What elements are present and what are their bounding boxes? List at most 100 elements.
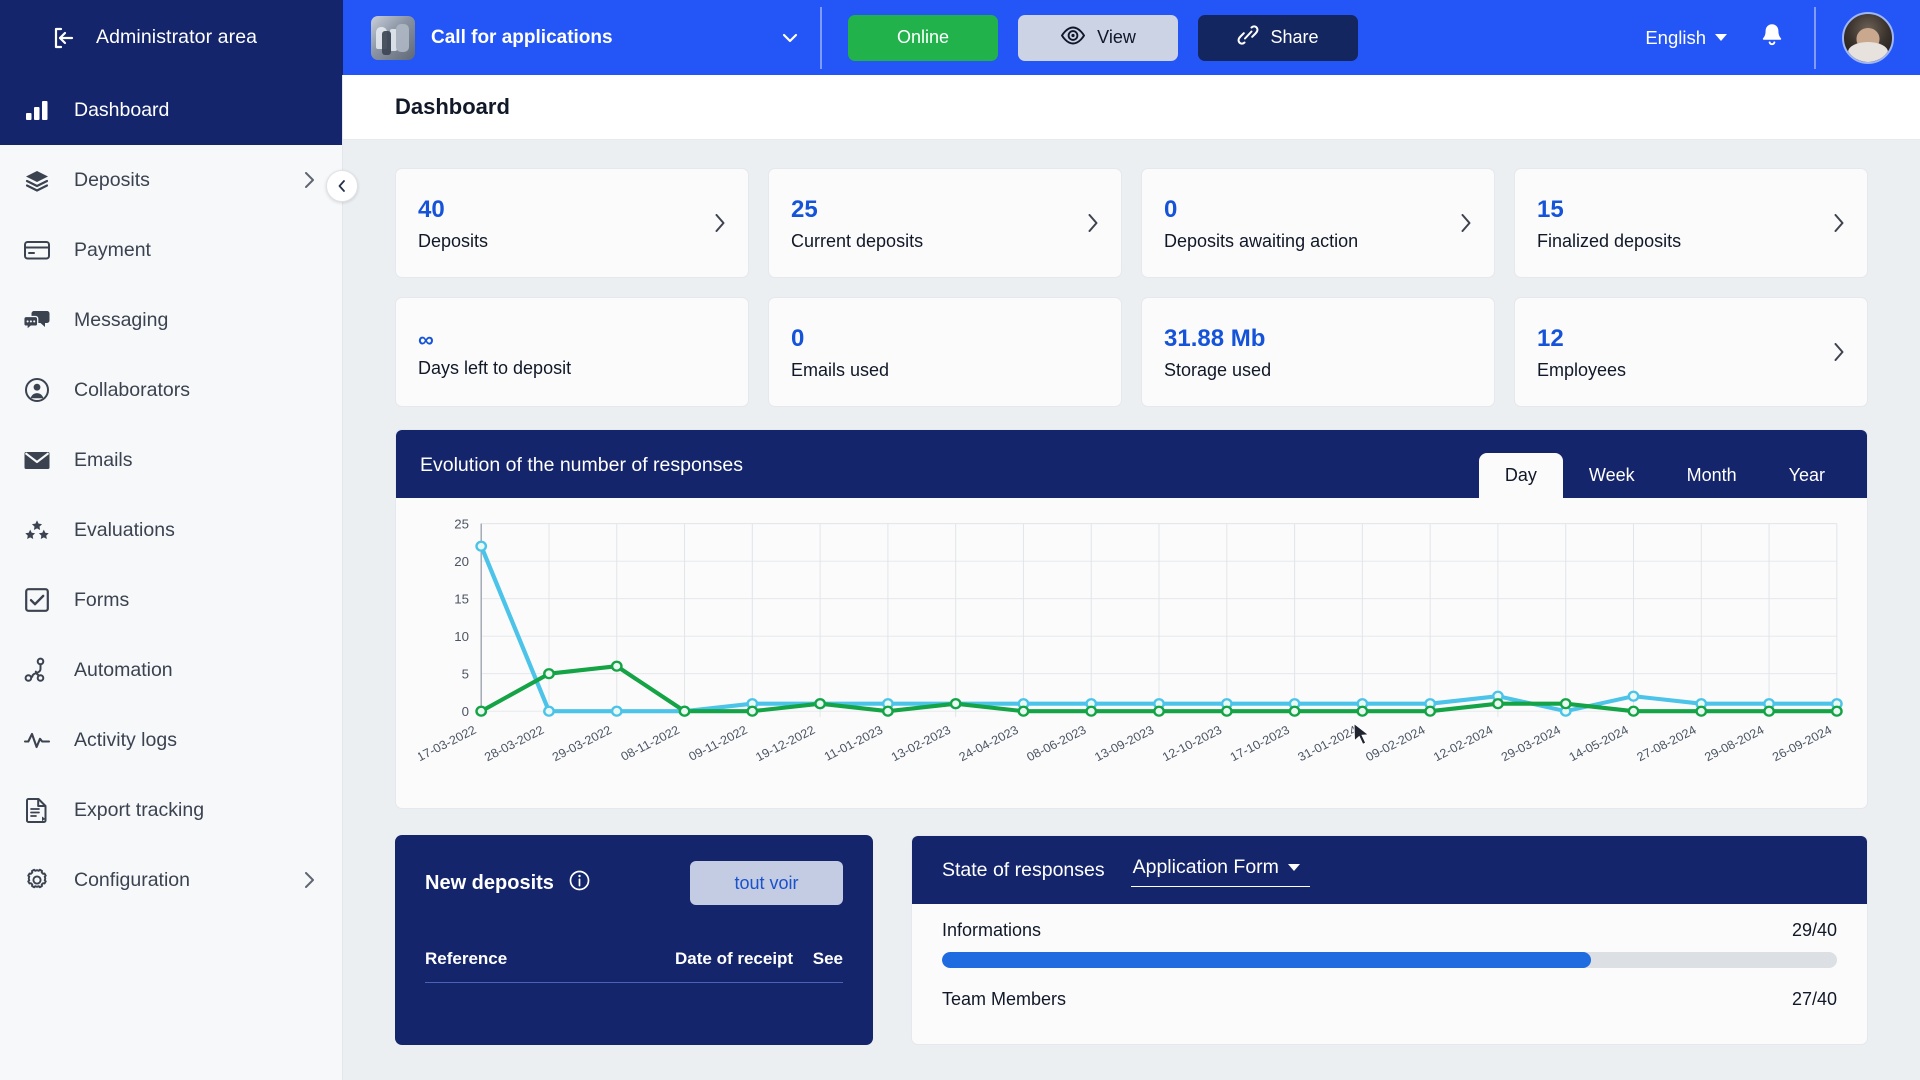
chevron-down-icon: [1715, 34, 1727, 41]
chevron-down-icon: [1287, 863, 1300, 871]
state-of-responses-header: State of responses Application Form: [912, 836, 1867, 904]
svg-text:09-11-2022: 09-11-2022: [686, 723, 749, 764]
new-deposits-panel: New deposits tout voir Reference Date of…: [395, 835, 873, 1045]
sidebar-item-label: Dashboard: [74, 98, 170, 121]
chart-plot-area: 0 5 10 15 20 25 17-03-2022 28-03-2022 29-03-2022…: [396, 498, 1867, 808]
svg-text:28-03-2022: 28-03-2022: [482, 723, 546, 764]
sidebar-item-evaluations[interactable]: Evaluations: [0, 495, 342, 565]
svg-text:29-03-2024: 29-03-2024: [1499, 723, 1563, 764]
stars-icon: [20, 518, 54, 542]
user-avatar[interactable]: [1842, 11, 1894, 64]
gear-icon: [20, 867, 54, 893]
new-deposits-header: New deposits tout voir: [425, 861, 843, 905]
sidebar-item-label: Payment: [74, 238, 151, 261]
sidebar-collapse-button[interactable]: [326, 170, 358, 202]
stat-card-finalized-deposits[interactable]: 15 Finalized deposits: [1514, 168, 1868, 278]
stat-label: Deposits: [418, 230, 489, 251]
svg-text:15: 15: [454, 592, 469, 607]
chevron-down-icon: [780, 28, 800, 48]
stat-label: Storage used: [1164, 359, 1272, 380]
top-bar: Administrator area Call for applications…: [0, 0, 1920, 75]
sidebar-item-payment[interactable]: Payment: [0, 215, 342, 285]
sidebar-item-label: Messaging: [74, 308, 169, 331]
app-body: Dashboard Deposits Payment Messaging Col…: [0, 75, 1920, 1080]
progress-row-informations: Informations 29/40: [942, 920, 1837, 968]
stat-value: 31.88 Mb: [1164, 325, 1266, 353]
tab-week[interactable]: Week: [1563, 453, 1661, 498]
form-select-dropdown[interactable]: Application Form: [1130, 854, 1310, 887]
column-header-see: See: [812, 949, 843, 968]
column-header-date-of-receipt: Date of receipt: [675, 949, 794, 968]
document-export-icon: [20, 797, 54, 823]
tab-day[interactable]: Day: [1478, 453, 1563, 498]
checkbox-icon: [20, 587, 54, 613]
project-name: Call for applications: [431, 26, 613, 48]
project-selector[interactable]: Call for applications: [343, 0, 820, 75]
chevron-right-icon: [1833, 213, 1845, 233]
stat-label: Deposits awaiting action: [1164, 230, 1359, 251]
credit-card-icon: [20, 239, 54, 261]
tab-year[interactable]: Year: [1763, 453, 1851, 498]
administrator-area-button[interactable]: Administrator area: [0, 0, 343, 75]
page-header: Dashboard: [343, 75, 1920, 140]
svg-text:27-08-2024: 27-08-2024: [1634, 723, 1698, 764]
envelope-icon: [20, 450, 54, 471]
sidebar-item-messaging[interactable]: Messaging: [0, 285, 342, 355]
sidebar-item-label: Forms: [74, 588, 130, 611]
stat-card-current-deposits[interactable]: 25 Current deposits: [768, 168, 1122, 278]
stat-card-deposits-awaiting-action[interactable]: 0 Deposits awaiting action: [1141, 168, 1495, 278]
online-status-button[interactable]: Online: [848, 14, 998, 61]
sidebar-item-dashboard[interactable]: Dashboard: [0, 75, 342, 145]
see-all-deposits-button[interactable]: tout voir: [690, 861, 843, 905]
stat-card-storage-used: 31.88 Mb Storage used: [1141, 297, 1495, 407]
stat-label: Current deposits: [791, 230, 924, 251]
sidebar-item-activity-logs[interactable]: Activity logs: [0, 705, 342, 775]
sidebar-item-configuration[interactable]: Configuration: [0, 845, 342, 915]
sidebar-item-automation[interactable]: Automation: [0, 635, 342, 705]
stat-card-employees[interactable]: 12 Employees: [1514, 297, 1868, 407]
stat-label: Emails used: [791, 359, 890, 380]
share-button[interactable]: Share: [1198, 14, 1358, 61]
svg-text:5: 5: [462, 667, 469, 682]
project-thumbnail-icon: [371, 15, 415, 60]
responses-chart-panel: Evolution of the number of responses Day…: [395, 429, 1868, 809]
sidebar-item-export-tracking[interactable]: Export tracking: [0, 775, 342, 845]
sidebar-item-forms[interactable]: Forms: [0, 565, 342, 635]
bell-icon[interactable]: [1760, 22, 1784, 53]
tab-month[interactable]: Month: [1661, 453, 1763, 498]
svg-text:12-10-2023: 12-10-2023: [1160, 723, 1224, 764]
svg-text:08-06-2023: 08-06-2023: [1024, 723, 1088, 764]
logout-arrow-icon: [52, 26, 78, 50]
svg-text:12-02-2024: 12-02-2024: [1431, 723, 1495, 764]
svg-text:26-09-2024: 26-09-2024: [1770, 723, 1834, 764]
progress-row-team-members: Team Members 27/40: [942, 989, 1837, 1010]
info-circle-icon[interactable]: [569, 870, 590, 896]
progress-label: Informations: [942, 920, 1042, 940]
stat-card-days-left-to-deposit: ∞ Days left to deposit: [395, 297, 749, 407]
stat-value: 15: [1537, 196, 1564, 224]
stat-value: 40: [418, 196, 445, 224]
stat-label: Days left to deposit: [418, 358, 572, 379]
stat-label: Employees: [1537, 359, 1627, 380]
sidebar-item-emails[interactable]: Emails: [0, 425, 342, 495]
sidebar-item-deposits[interactable]: Deposits: [0, 145, 342, 215]
stat-card-deposits[interactable]: 40 Deposits: [395, 168, 749, 278]
view-button[interactable]: View: [1018, 14, 1178, 61]
administrator-area-label: Administrator area: [96, 26, 258, 48]
stat-value: ∞: [418, 326, 434, 352]
sidebar-item-label: Evaluations: [74, 518, 175, 541]
chevron-right-icon: [304, 871, 315, 889]
svg-text:25: 25: [454, 517, 469, 532]
svg-text:31-01-2024: 31-01-2024: [1295, 723, 1359, 764]
sidebar-item-collaborators[interactable]: Collaborators: [0, 355, 342, 425]
language-selector[interactable]: English: [1645, 27, 1727, 49]
top-bar-actions: Online View Share: [822, 14, 1358, 61]
new-deposits-title: New deposits: [425, 871, 554, 894]
state-of-responses-panel: State of responses Application Form Info…: [911, 835, 1868, 1045]
svg-text:19-12-2022: 19-12-2022: [753, 723, 817, 764]
share-link-icon: [1237, 23, 1259, 52]
divider: [1814, 6, 1816, 69]
state-of-responses-body: Informations 29/40 Team Members 27/40: [912, 904, 1867, 1010]
page-title: Dashboard: [395, 94, 510, 119]
chevron-right-icon: [714, 213, 726, 233]
